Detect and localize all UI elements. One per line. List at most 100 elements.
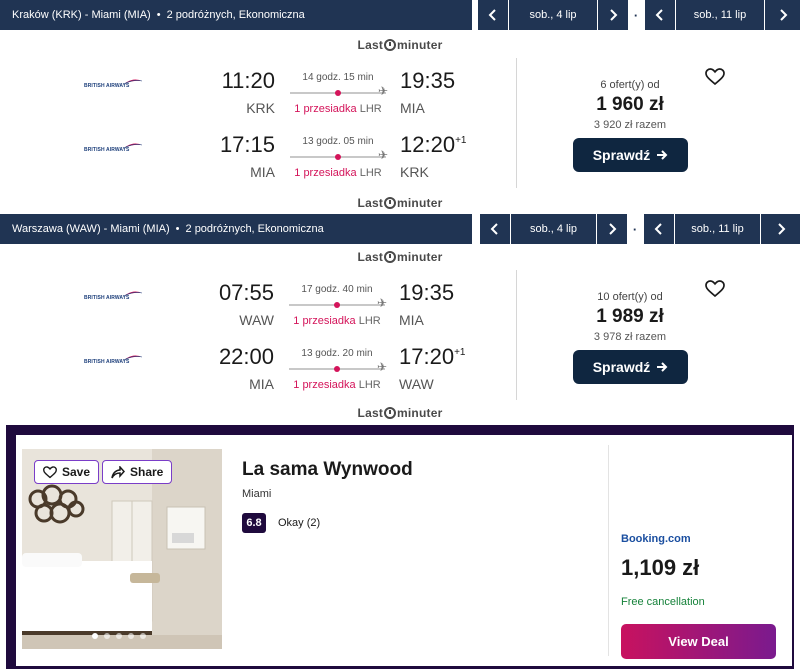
clock-icon [384, 251, 397, 263]
return-date[interactable]: sob., 11 lip [675, 214, 760, 244]
heart-icon [705, 68, 725, 86]
carousel-dot[interactable] [140, 633, 146, 639]
lastminuter-logo: Last minuter [357, 406, 443, 420]
arrival-time: 17:20+1 [399, 344, 466, 369]
flight-duration: 13 godz. 20 min [301, 348, 373, 359]
chevron-right-icon [609, 223, 617, 235]
route-line [289, 302, 385, 308]
chevron-right-icon [610, 9, 618, 21]
hotel-photo[interactable]: Save Share [22, 449, 222, 649]
clock-icon [384, 407, 397, 419]
total-price: 3 920 zł razem [593, 119, 667, 131]
arrival-time: 19:35 [399, 280, 455, 305]
departure-time: 11:20 [221, 68, 275, 93]
chevron-left-icon [654, 223, 662, 235]
hotel-card[interactable]: Save Share La sama Wynwood Miami 6.8 Oka… [16, 435, 792, 666]
lastminuter-logo: Last minuter [357, 196, 443, 210]
arrival-airport: MIA [399, 312, 424, 328]
airline-logo: BRITISH AIRWAYS [84, 291, 144, 302]
hotel-name[interactable]: La sama Wynwood [242, 459, 413, 481]
route-text: Warszawa (WAW) - Miami (MIA) [12, 223, 170, 235]
departure-time: 07:55 [218, 280, 274, 305]
departure-time: 17:15 [219, 132, 275, 157]
stop-dot [335, 90, 341, 96]
route-line [290, 90, 386, 96]
carousel-dot[interactable] [104, 633, 110, 639]
save-button[interactable]: Save [34, 460, 100, 484]
view-deal-button[interactable]: View Deal [621, 624, 776, 659]
favorite-heart-button[interactable] [704, 278, 726, 300]
lastminuter-logo: Last minuter [357, 250, 443, 264]
prev-depart-date-button[interactable] [480, 214, 510, 244]
stop-info: 1 przesiadka LHR [293, 379, 381, 391]
stop-info: 1 przesiadka LHR [293, 315, 381, 327]
share-button[interactable]: Share [102, 460, 173, 484]
next-depart-date-button[interactable] [598, 0, 628, 30]
arrow-right-icon [657, 150, 668, 160]
flight-duration: 13 godz. 05 min [302, 136, 374, 147]
next-depart-date-button[interactable] [597, 214, 627, 244]
chevron-left-icon [655, 9, 663, 21]
departure-airport: KRK [246, 100, 275, 116]
clock-icon [384, 197, 397, 209]
search-summary-bar-1: Kraków (KRK) - Miami (MIA) • 2 podróżnych,… [0, 0, 800, 30]
route-line [289, 366, 385, 372]
flight-duration: 17 godz. 40 min [301, 284, 373, 295]
search-route-1[interactable]: Kraków (KRK) - Miami (MIA) • 2 podróżnych,… [0, 0, 472, 30]
depart-date[interactable]: sob., 4 lip [509, 0, 597, 30]
arrival-airport: KRK [400, 164, 429, 180]
provider-name: Booking.com [621, 533, 691, 545]
hotel-city: Miami [242, 488, 272, 500]
airline-logo: BRITISH AIRWAYS [84, 79, 144, 90]
offers-count: 10 ofert(y) od [597, 291, 663, 303]
plane-icon: ✈ [377, 360, 388, 374]
total-price: 3 978 zł razem [593, 331, 667, 343]
prev-return-date-button[interactable] [644, 214, 674, 244]
chevron-right-icon [779, 9, 787, 21]
carousel-dot[interactable] [92, 633, 98, 639]
heart-icon [43, 465, 57, 478]
airline-logo: BRITISH AIRWAYS [84, 355, 144, 366]
free-cancellation: Free cancellation [621, 596, 705, 608]
stop-dot [334, 302, 340, 308]
chevron-left-icon [488, 9, 496, 21]
stop-info: 1 przesiadka LHR [294, 103, 382, 115]
carousel-dot[interactable] [116, 633, 122, 639]
arrow-right-icon [657, 362, 668, 372]
price: 1 989 zł [596, 306, 664, 327]
lastminuter-logo: Last minuter [357, 38, 443, 52]
image-carousel-dots[interactable] [92, 633, 146, 639]
carousel-dot[interactable] [128, 633, 134, 639]
offers-count: 6 ofert(y) od [600, 79, 660, 91]
favorite-heart-button[interactable] [704, 66, 726, 88]
next-return-date-button[interactable] [765, 0, 800, 30]
check-offer-button[interactable]: Sprawdź [573, 350, 688, 384]
check-offer-button[interactable]: Sprawdź [573, 138, 688, 172]
hotel-price: 1,109 zł [621, 555, 700, 580]
ba-speedmarque-icon [124, 143, 142, 149]
depart-date[interactable]: sob., 4 lip [511, 214, 596, 244]
ba-speedmarque-icon [124, 291, 142, 297]
prev-depart-date-button[interactable] [478, 0, 508, 30]
route-text: Kraków (KRK) - Miami (MIA) [12, 9, 151, 21]
stop-info: 1 przesiadka LHR [294, 167, 382, 179]
search-summary-bar-2: Warszawa (WAW) - Miami (MIA) • 2 podróżnyc… [0, 214, 800, 244]
date-separator: · [633, 7, 639, 23]
stop-dot [335, 154, 341, 160]
route-line [290, 154, 386, 160]
ba-speedmarque-icon [124, 355, 142, 361]
departure-airport: MIA [249, 376, 274, 392]
passenger-details: 2 podróżnych, Ekonomiczna [185, 223, 324, 235]
rating-badge: 6.8 [242, 513, 266, 533]
card-divider [516, 270, 517, 400]
search-route-2[interactable]: Warszawa (WAW) - Miami (MIA) • 2 podróżnyc… [0, 214, 472, 244]
price: 1 960 zł [596, 94, 664, 115]
return-date[interactable]: sob., 11 lip [676, 0, 764, 30]
ba-speedmarque-icon [124, 79, 142, 85]
prev-return-date-button[interactable] [645, 0, 675, 30]
plane-icon: ✈ [378, 84, 389, 98]
rating-text: Okay (2) [278, 517, 321, 529]
card-divider [516, 58, 517, 188]
next-return-date-button[interactable] [761, 214, 800, 244]
arrival-airport: WAW [399, 376, 434, 392]
